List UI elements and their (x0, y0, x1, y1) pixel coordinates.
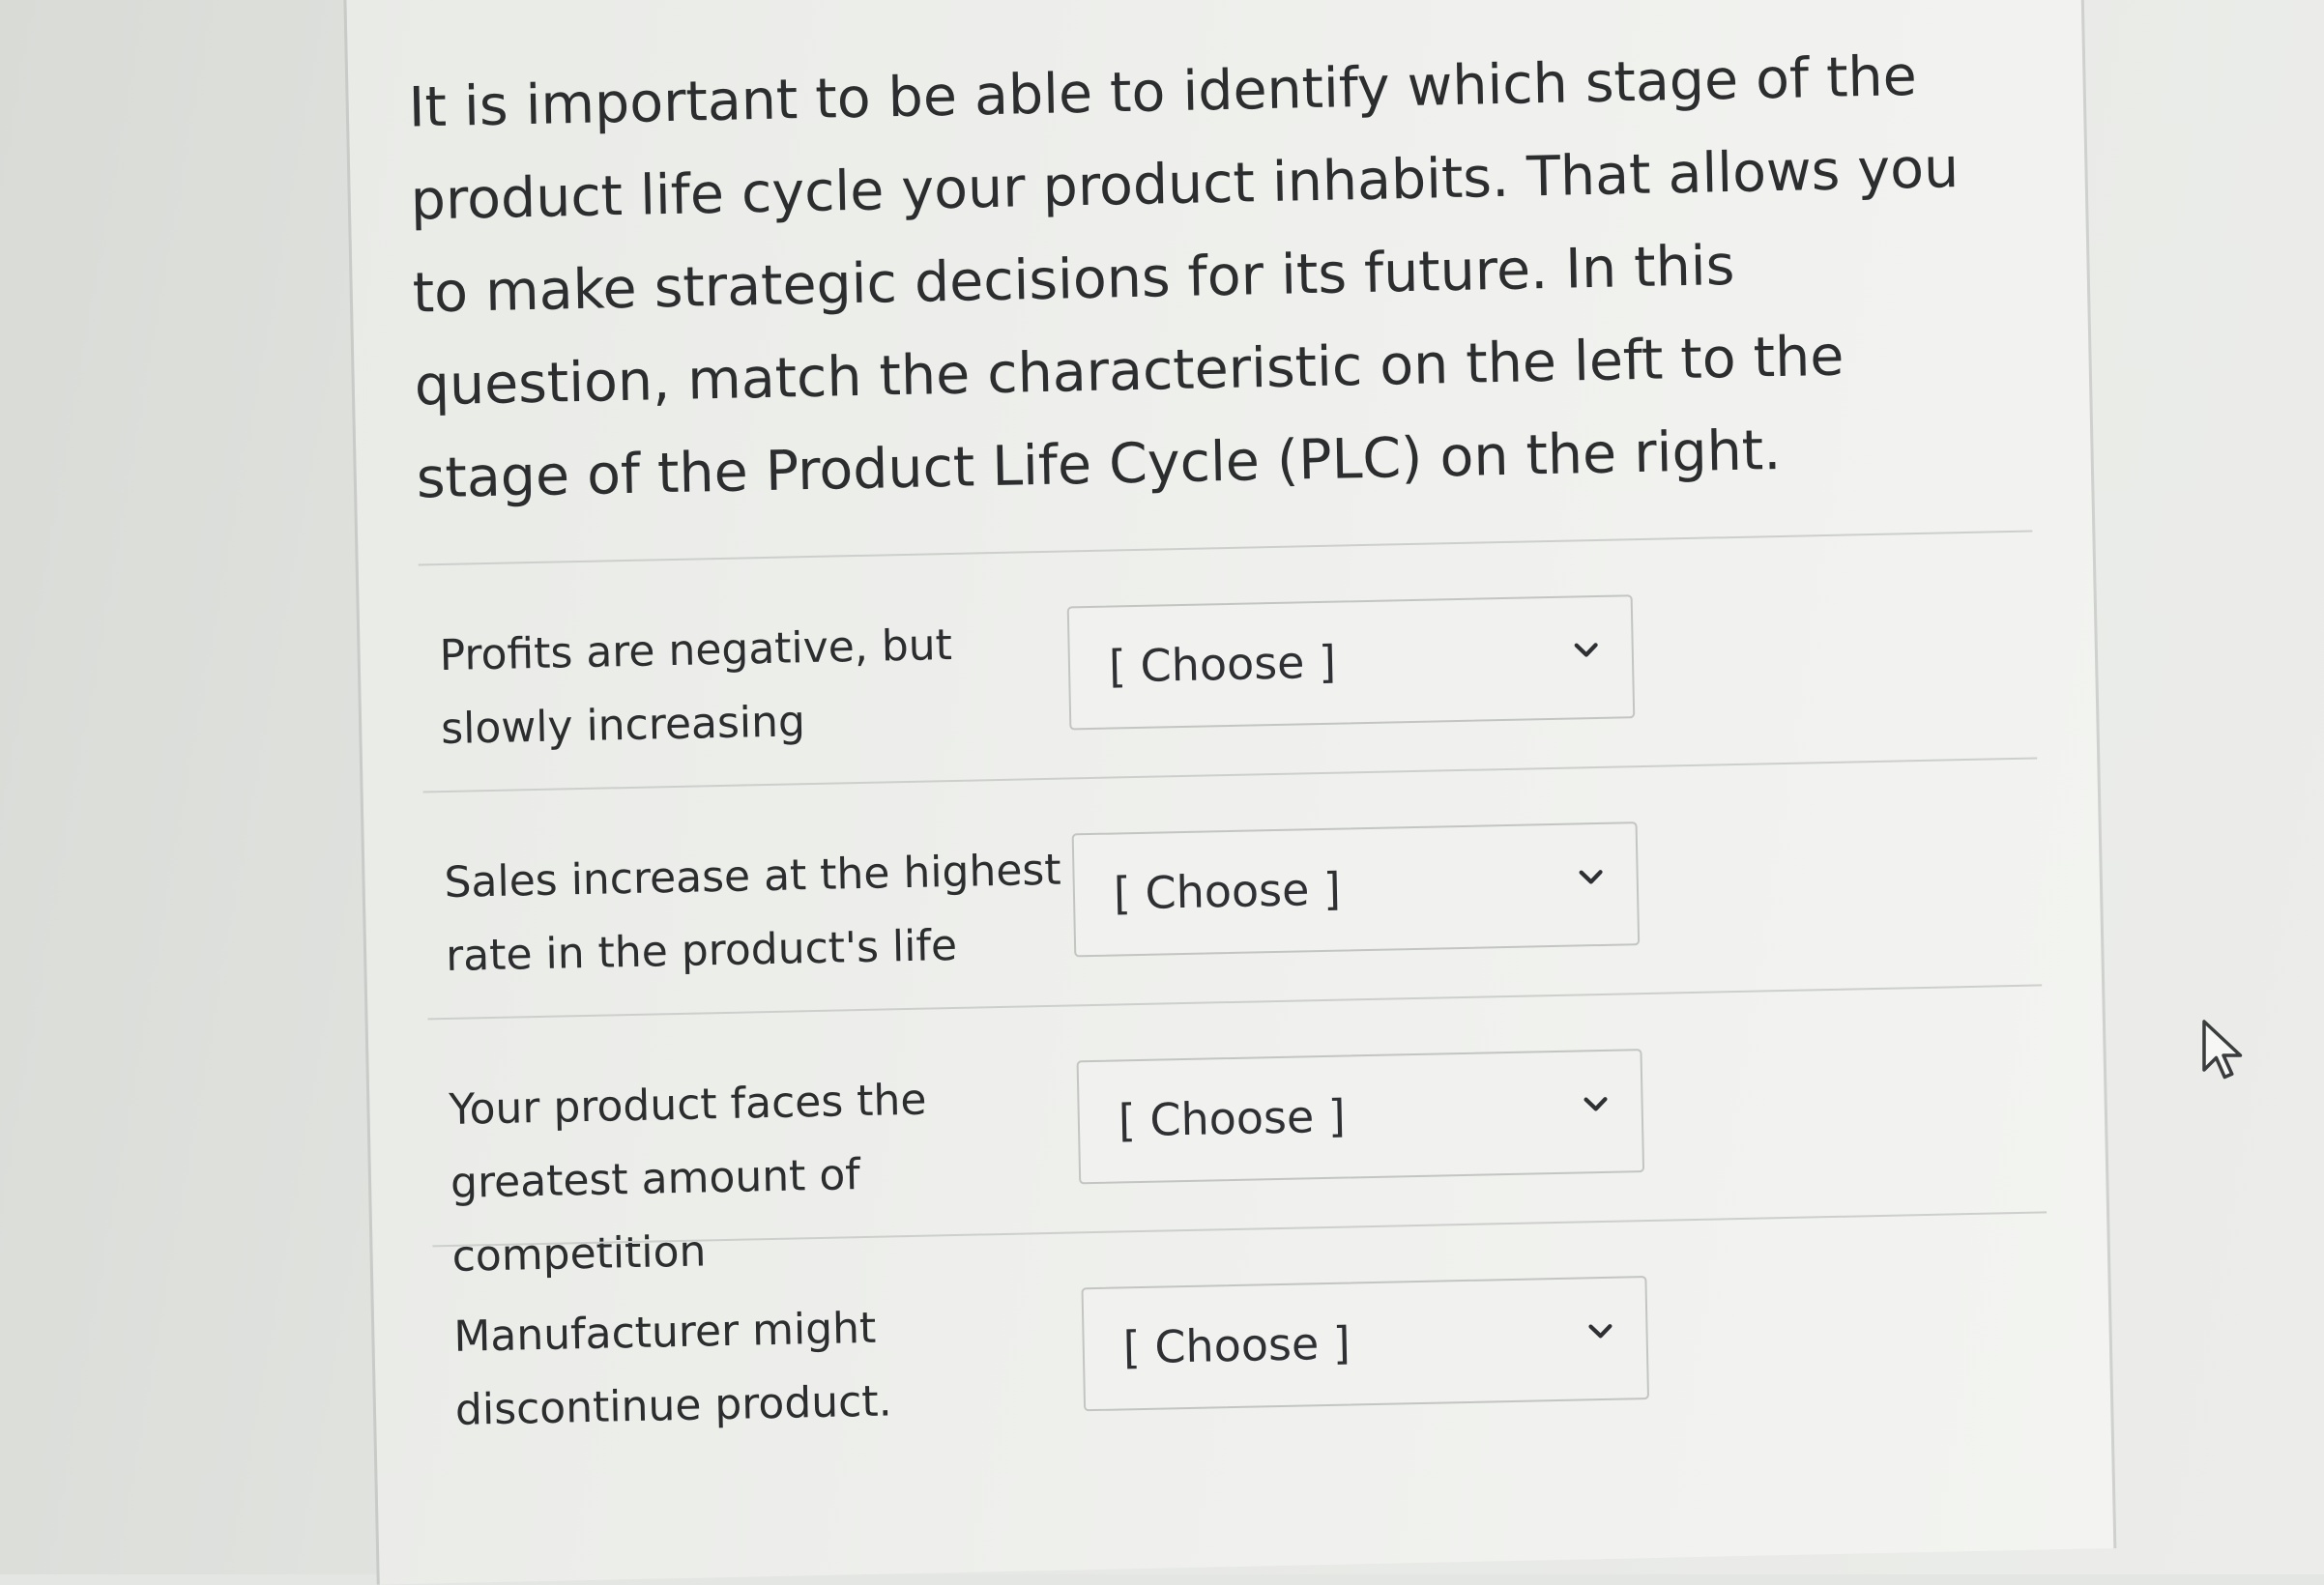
select-value: [ Choose ] (1113, 862, 1342, 920)
select-value: [ Choose ] (1122, 1316, 1351, 1374)
mouse-pointer-icon (2202, 1020, 2243, 1080)
select-value: [ Choose ] (1108, 635, 1337, 693)
match-label: Profits are negative, but slowly increas… (439, 620, 953, 755)
chevron-down-icon (1588, 1324, 1612, 1339)
match-row-3: Your product faces the greatest amount o… (428, 1003, 2047, 1282)
match-label: Manufacturer might discontinue product. (452, 1303, 893, 1435)
match-row-2: Sales increase at the highest rate in th… (423, 776, 2042, 1003)
answer-dropdown-2[interactable]: [ Choose ] (1071, 821, 1641, 958)
question-prompt: It is important to be able to identify w… (408, 43, 1960, 511)
match-row-1: Profits are negative, but slowly increas… (419, 550, 2037, 777)
match-row-4: Manufacturer might discontinue product. … (433, 1230, 2051, 1457)
chevron-down-icon (1579, 870, 1603, 884)
chevron-down-icon (1574, 643, 1598, 657)
question-card: It is important to be able to identify w… (343, 0, 2117, 1585)
answer-dropdown-1[interactable]: [ Choose ] (1066, 594, 1636, 731)
screen-background: It is important to be able to identify w… (0, 0, 2324, 1585)
answer-dropdown-3[interactable]: [ Choose ] (1076, 1049, 1645, 1185)
answer-dropdown-4[interactable]: [ Choose ] (1081, 1276, 1650, 1412)
match-label: Sales increase at the highest rate in th… (444, 845, 1062, 981)
select-value: [ Choose ] (1118, 1089, 1347, 1147)
chevron-down-icon (1583, 1097, 1608, 1111)
